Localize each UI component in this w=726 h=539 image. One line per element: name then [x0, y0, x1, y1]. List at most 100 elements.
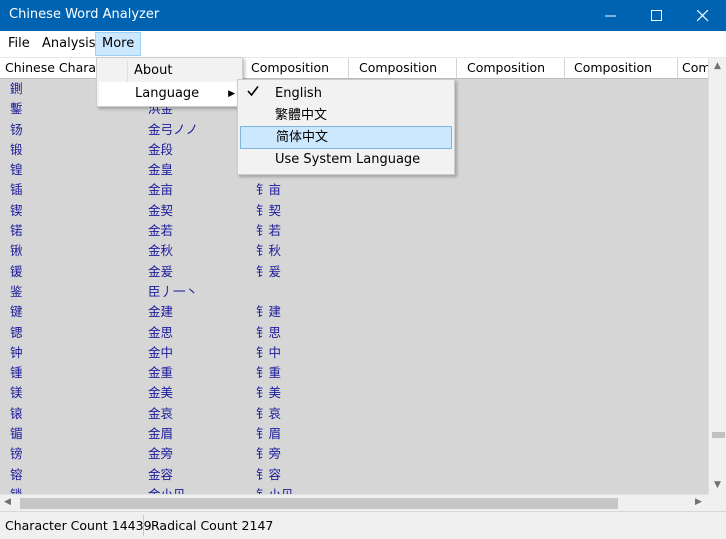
language-option-system[interactable]: Use System Language [240, 149, 450, 170]
table-cell: 钅爰 [256, 263, 282, 279]
table-cell: 锺 [10, 365, 23, 381]
table-row[interactable]: 镑 金旁 钅旁 [0, 444, 708, 464]
table-row[interactable]: 鉴 臣丿一丶 [0, 282, 708, 302]
table-cell: 金皇 [148, 162, 174, 178]
language-option-english[interactable]: English [240, 83, 450, 104]
status-divider [143, 515, 144, 536]
table-cell: 金爰 [148, 263, 174, 279]
table-cell: 金段 [148, 141, 174, 157]
language-option-system-label: Use System Language [275, 152, 421, 167]
table-cell: 镁 [10, 385, 23, 401]
table-cell: 金小贝 [148, 485, 186, 494]
table-row[interactable]: 锶 金思 钅思 [0, 323, 708, 343]
status-bar: Character Count 14439 Radical Count 2147 [0, 511, 726, 539]
language-submenu: English 繁體中文 简体中文 Use System Language [237, 79, 455, 175]
language-option-simplified-chinese-label: 简体中文 [276, 130, 329, 145]
table-cell: 金建 [148, 304, 174, 320]
table-cell: 金契 [148, 202, 174, 218]
menu-analysis[interactable]: Analysis [36, 33, 102, 55]
column-header-composition-2[interactable]: Composition [354, 58, 457, 78]
table-cell: 金美 [148, 385, 174, 401]
table-cell: 臣丿一丶 [148, 283, 199, 299]
table-row[interactable]: 锹 金秋 钅秋 [0, 241, 708, 261]
language-option-traditional-chinese[interactable]: 繁體中文 [240, 105, 450, 126]
table-cell: 键 [10, 304, 23, 320]
table-cell: 金亩 [148, 182, 174, 198]
minimize-button[interactable] [588, 0, 634, 31]
table-row[interactable]: 锲 金契 钅契 [0, 201, 708, 221]
column-header-composition-1[interactable]: Composition [246, 58, 349, 78]
table-cell: 钅秋 [256, 243, 282, 259]
table-row[interactable]: 锾 金爰 钅爰 [0, 262, 708, 282]
language-option-traditional-chinese-label: 繁體中文 [275, 108, 328, 123]
table-cell: 钅亩 [256, 182, 282, 198]
menu-more[interactable]: More [95, 32, 142, 56]
table-row[interactable]: 锘 金若 钅若 [0, 221, 708, 241]
table-cell: 锲 [10, 202, 23, 218]
horizontal-scrollbar[interactable]: ◀ ▶ [0, 494, 708, 512]
menu-bar: File Analysis More [0, 31, 726, 58]
table-row[interactable]: 镁 金美 钅美 [0, 383, 708, 403]
table-row[interactable]: 锺 金重 钅重 [0, 363, 708, 383]
scroll-up-arrow-icon[interactable]: ▲ [714, 61, 721, 71]
close-icon [697, 10, 709, 22]
table-cell: 金旁 [148, 446, 174, 462]
table-row[interactable]: 锿 金哀 钅哀 [0, 404, 708, 424]
scroll-down-arrow-icon[interactable]: ▼ [714, 480, 721, 490]
table-cell: 钅小贝 [256, 485, 294, 494]
column-header-chinese-character[interactable]: Chinese Character [0, 58, 98, 78]
table-row[interactable]: 锸 金亩 钅亩 [0, 180, 708, 200]
table-cell: 鍘 [10, 81, 23, 96]
table-cell: 金弓ノノ [148, 121, 199, 137]
column-header-composition-5[interactable]: Composition [677, 58, 708, 78]
radical-count: Radical Count 2147 [151, 518, 274, 533]
table-cell: 钅若 [256, 223, 282, 239]
menu-item-language-label: Language [135, 86, 200, 101]
menu-item-language[interactable]: Language ▶ [99, 82, 242, 106]
table-cell: 锸 [10, 182, 23, 198]
table-row[interactable]: 镕 金容 钅容 [0, 465, 708, 485]
checkmark-icon [247, 86, 259, 97]
language-option-simplified-chinese[interactable]: 简体中文 [240, 126, 452, 149]
table-cell: 钅契 [256, 202, 282, 218]
table-cell: 金中 [148, 344, 174, 360]
vertical-scroll-thumb[interactable] [712, 432, 725, 438]
table-cell: 锿 [10, 405, 23, 421]
title-bar: Chinese Word Analyzer [0, 0, 726, 31]
close-button[interactable] [680, 0, 726, 31]
table-cell: 钅重 [256, 365, 282, 381]
vertical-scrollbar[interactable]: ▲ ▼ [708, 58, 726, 494]
character-count: Character Count 14439 [5, 518, 152, 533]
more-menu-dropdown: About Language ▶ [96, 57, 243, 107]
horizontal-scroll-thumb[interactable] [20, 498, 618, 509]
maximize-icon [651, 10, 662, 21]
table-cell: 金若 [148, 223, 174, 239]
column-header-composition-3[interactable]: Composition [462, 58, 565, 78]
table-row[interactable]: 锁 金小贝 钅小贝 [0, 485, 708, 494]
table-cell: 钅哀 [256, 405, 282, 421]
table-row[interactable]: 镅 金眉 钅眉 [0, 424, 708, 444]
column-header-composition-4[interactable]: Composition [569, 58, 678, 78]
minimize-icon [605, 15, 616, 17]
table-cell: 金思 [148, 324, 174, 340]
table-row[interactable]: 键 金建 钅建 [0, 302, 708, 322]
table-cell: 锹 [10, 243, 23, 259]
table-row[interactable]: 钟 金中 钅中 [0, 343, 708, 363]
table-cell: 钅中 [256, 344, 282, 360]
table-cell: 金秋 [148, 243, 174, 259]
menu-file[interactable]: File [2, 33, 36, 55]
table-cell: 钅眉 [256, 426, 282, 442]
table-cell: 锁 [10, 485, 23, 494]
scroll-right-arrow-icon[interactable]: ▶ [695, 497, 702, 507]
table-cell: 锘 [10, 223, 23, 239]
table-cell: 锽 [10, 162, 23, 178]
scroll-left-arrow-icon[interactable]: ◀ [4, 497, 11, 507]
table-cell: 钅建 [256, 304, 282, 320]
table-cell: 钅美 [256, 385, 282, 401]
table-cell: 钅旁 [256, 446, 282, 462]
menu-item-about[interactable]: About [99, 60, 240, 82]
table-cell: 钟 [10, 344, 23, 360]
submenu-arrow-icon: ▶ [228, 89, 235, 99]
menu-item-about-label: About [134, 63, 173, 78]
maximize-button[interactable] [634, 0, 680, 31]
